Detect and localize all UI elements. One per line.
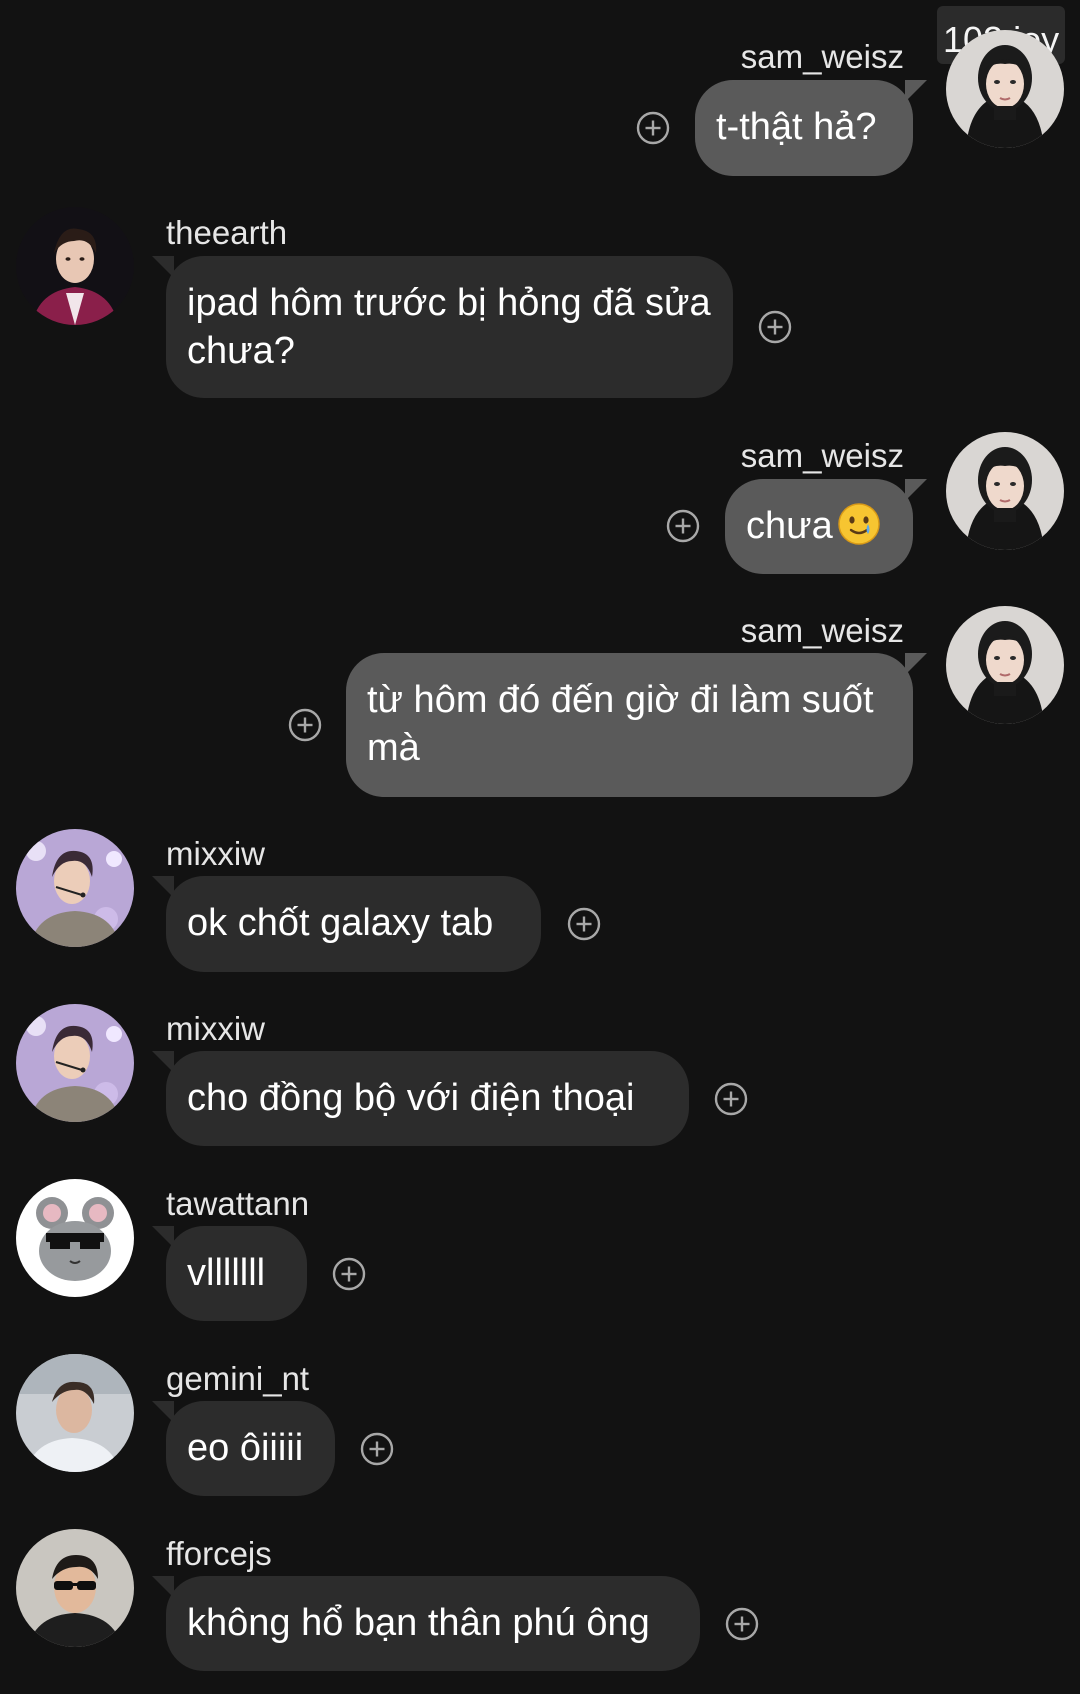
plus-circle-icon[interactable]	[725, 1607, 759, 1641]
sender-name: tawattann	[166, 1185, 310, 1222]
message-text: cho đồng bộ với điện thoại	[187, 1077, 635, 1119]
message-text: chưa	[746, 505, 833, 547]
plus-circle-icon[interactable]	[758, 310, 792, 344]
avatar[interactable]	[16, 1354, 134, 1472]
plus-circle-icon[interactable]	[288, 708, 322, 742]
message-bubble[interactable]: ok chốt galaxy tab	[152, 876, 541, 972]
sender-name: sam_weisz	[740, 38, 904, 75]
avatar[interactable]	[946, 432, 1064, 550]
message-text: ok chốt galaxy tab	[187, 902, 494, 944]
smiling-face-with-tear-emoji	[837, 502, 881, 546]
sender-name: fforcejs	[166, 1535, 272, 1572]
message-text: ipad hôm trước bị hỏng đã sửa chưa?	[187, 282, 711, 372]
plus-circle-icon[interactable]	[666, 509, 700, 543]
message-bubble[interactable]: chưa	[725, 479, 927, 574]
plus-circle-icon[interactable]	[714, 1082, 748, 1116]
avatar[interactable]	[16, 1004, 134, 1122]
message-text: từ hôm đó đến giờ đi làm suốt mà	[367, 679, 874, 769]
message-text: t-thật hả?	[716, 106, 877, 148]
avatar[interactable]	[946, 30, 1064, 148]
sender-name: gemini_nt	[166, 1360, 310, 1397]
avatar[interactable]	[16, 1529, 134, 1647]
avatar[interactable]	[946, 606, 1064, 724]
message-bubble[interactable]: cho đồng bộ với điện thoại	[152, 1051, 689, 1146]
plus-circle-icon[interactable]	[567, 907, 601, 941]
message-bubble[interactable]: t-thật hả?	[695, 80, 927, 176]
plus-circle-icon[interactable]	[332, 1257, 366, 1291]
message-text: không hổ bạn thân phú ông	[187, 1602, 650, 1644]
sender-name: sam_weisz	[740, 612, 904, 649]
message-bubble[interactable]: từ hôm đó đến giờ đi làm suốt mà	[346, 653, 927, 797]
sender-name: mixxiw	[166, 1010, 265, 1047]
sender-name: theearth	[166, 214, 288, 251]
sender-name: sam_weisz	[740, 437, 904, 474]
message-bubble[interactable]: ipad hôm trước bị hỏng đã sửa chưa?	[152, 256, 733, 398]
sender-name: mixxiw	[166, 835, 265, 872]
message-bubble[interactable]: eo ôiiiii	[152, 1401, 335, 1496]
message-text: vlllllll	[187, 1252, 266, 1294]
avatar[interactable]	[16, 829, 134, 947]
avatar[interactable]	[16, 1179, 134, 1297]
message-text: eo ôiiiii	[187, 1427, 304, 1469]
message-bubble[interactable]: không hổ bạn thân phú ông	[152, 1576, 700, 1671]
plus-circle-icon[interactable]	[636, 111, 670, 145]
avatar[interactable]	[16, 207, 134, 325]
plus-circle-icon[interactable]	[360, 1432, 394, 1466]
message-bubble[interactable]: vlllllll	[152, 1226, 307, 1321]
